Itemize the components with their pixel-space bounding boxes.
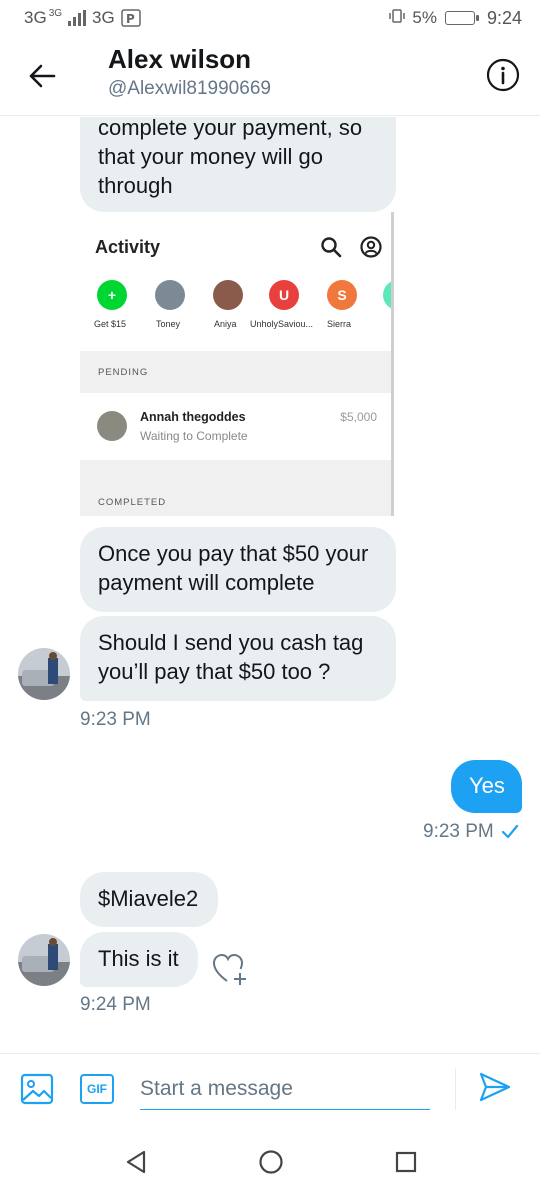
network-type-small: 3G <box>48 7 63 19</box>
send-icon <box>479 1072 511 1102</box>
shared-image[interactable]: Activity + U S Get $15 Toney Aniya Unhol… <box>80 212 394 516</box>
network-type-2: 3G <box>92 8 115 27</box>
message-text: This is it <box>98 946 179 971</box>
clock: 9:24 <box>486 7 522 28</box>
contact-avatar-toney <box>155 280 185 310</box>
payment-avatar <box>97 411 127 441</box>
message-bubble-incoming[interactable]: Once you pay that $50 your payment will … <box>80 527 396 612</box>
like-heart-icon[interactable] <box>212 953 248 987</box>
get-cash-icon: + <box>97 280 127 310</box>
profile-icon <box>360 236 382 258</box>
battery-icon <box>444 11 479 25</box>
info-button[interactable] <box>484 56 522 94</box>
message-text: Should I send you cash tag you’ll pay th… <box>98 630 364 684</box>
svg-text:P: P <box>126 12 135 26</box>
message-list[interactable]: complete your payment, so that your mone… <box>0 117 540 1053</box>
signal-icon-2: P <box>120 9 141 27</box>
conversation-header: Alex wilson @Alexwil81990669 <box>0 36 540 116</box>
image-icon <box>20 1073 54 1105</box>
contact-label: Toney <box>156 319 181 329</box>
checkmark-icon <box>501 824 519 839</box>
message-text: $Miavele2 <box>98 886 199 911</box>
completed-label: COMPLETED <box>98 497 167 508</box>
send-button[interactable] <box>478 1070 512 1109</box>
contact-label: Sierra <box>327 319 352 329</box>
message-input[interactable] <box>140 1068 430 1110</box>
message-timestamp: 9:23 PM <box>423 821 494 842</box>
system-navigation-bar <box>0 1123 540 1200</box>
pending-label: PENDING <box>98 367 149 378</box>
nav-back-icon[interactable] <box>124 1149 148 1175</box>
message-text: complete your payment, so that your mone… <box>98 117 363 198</box>
nav-home-icon[interactable] <box>258 1149 284 1175</box>
composer-divider <box>455 1068 456 1110</box>
battery-percent: 5% <box>412 8 437 27</box>
payment-amount: $5,000 <box>340 410 377 424</box>
contact-avatar-u: U <box>269 280 299 310</box>
contact-avatar-s: S <box>327 280 357 310</box>
contact-label: Get $15 <box>94 319 127 329</box>
pending-payment-row: Annah thegoddes Waiting to Complete $5,0… <box>80 393 391 460</box>
vibrate-icon <box>388 8 406 29</box>
media-button[interactable] <box>20 1072 54 1111</box>
status-left: 3G 3G 3G P <box>24 8 141 28</box>
info-icon <box>486 58 520 92</box>
contact-avatar-aniya <box>213 280 243 310</box>
payment-status: Waiting to Complete <box>140 429 248 443</box>
contact-label: Aniya <box>214 319 237 329</box>
message-composer: GIF <box>0 1053 540 1123</box>
back-button[interactable] <box>22 56 62 96</box>
message-timestamp: 9:23 PM <box>80 709 151 730</box>
message-bubble-incoming[interactable]: $Miavele2 <box>80 872 218 927</box>
message-bubble-incoming[interactable]: complete your payment, so that your mone… <box>80 117 396 212</box>
network-type-1: 3G <box>24 8 47 27</box>
search-icon <box>321 237 342 258</box>
contact-name[interactable]: Alex wilson <box>108 44 251 75</box>
message-text: Once you pay that $50 your payment will … <box>98 541 369 595</box>
arrow-left-icon <box>29 64 56 88</box>
sender-avatar[interactable] <box>18 648 70 700</box>
status-right: 5% 9:24 <box>388 8 522 29</box>
message-bubble-outgoing[interactable]: Yes <box>451 760 522 813</box>
message-bubble-incoming[interactable]: Should I send you cash tag you’ll pay th… <box>80 616 396 701</box>
message-bubble-incoming[interactable]: This is it <box>80 932 198 987</box>
contact-label: UnholySaviou... <box>250 319 314 329</box>
contact-avatar-partial <box>383 280 391 310</box>
shared-image-title: Activity <box>95 237 161 257</box>
message-text: Yes <box>469 773 505 798</box>
contact-handle[interactable]: @Alexwil81990669 <box>108 78 271 100</box>
payment-name: Annah thegoddes <box>140 410 246 424</box>
status-bar: 3G 3G 3G P 5% 9:24 <box>0 0 540 36</box>
message-timestamp: 9:24 PM <box>80 994 151 1015</box>
signal-icon <box>68 10 87 26</box>
nav-recents-icon[interactable] <box>394 1149 418 1175</box>
gif-button[interactable]: GIF <box>80 1074 114 1104</box>
sender-avatar[interactable] <box>18 934 70 986</box>
